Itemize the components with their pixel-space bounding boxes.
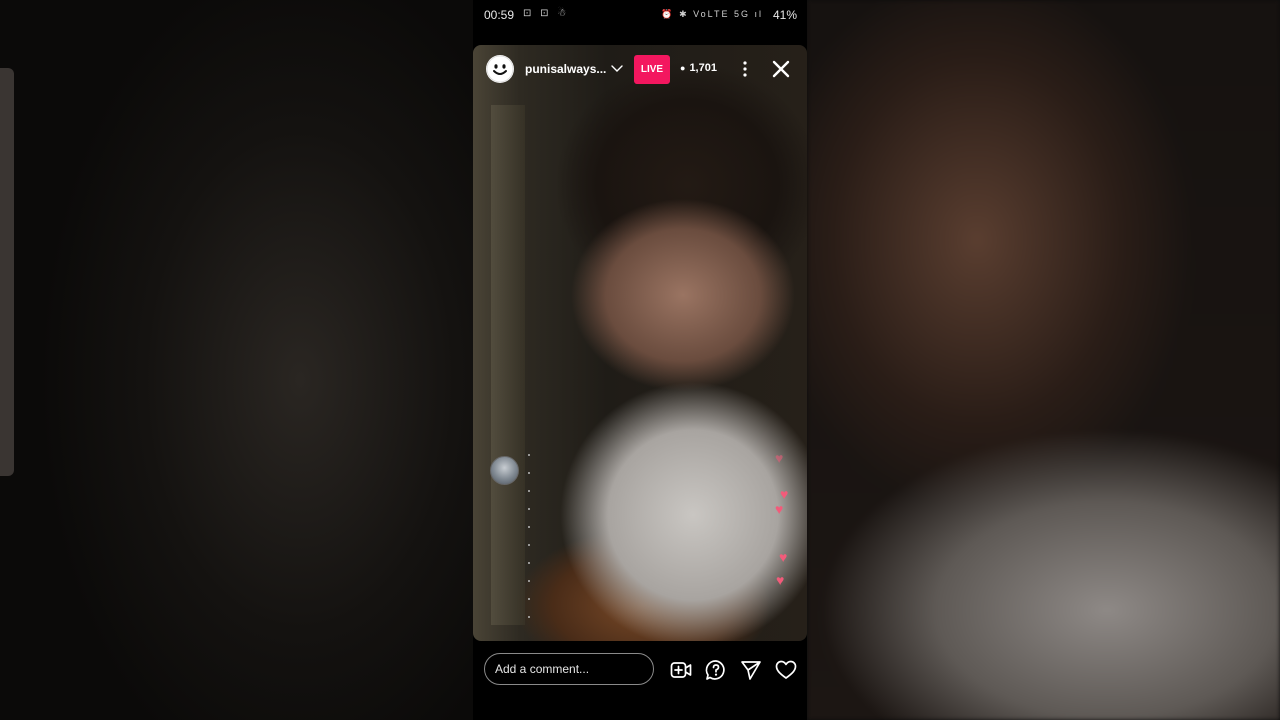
live-header: punisalways... LIVE ● 1,701 xyxy=(473,45,807,95)
send-icon[interactable] xyxy=(740,659,762,681)
video-add-icon[interactable] xyxy=(670,659,692,681)
status-bar: 00:59 ⊡ ⊡ ☃ ⏰ ✱ VoLTE 5G ıl 41% xyxy=(473,0,807,30)
chevron-down-icon[interactable] xyxy=(610,61,624,75)
viewer-count-value: 1,701 xyxy=(689,62,717,74)
video-background-wall xyxy=(491,105,525,625)
phone-screen: 00:59 ⊡ ⊡ ☃ ⏰ ✱ VoLTE 5G ıl 41% punisalw… xyxy=(473,0,807,720)
commenter-avatar[interactable] xyxy=(490,456,519,485)
live-video[interactable] xyxy=(473,45,807,641)
close-icon[interactable] xyxy=(771,59,791,79)
question-bubble-icon[interactable] xyxy=(705,659,727,681)
comment-scroll-dots xyxy=(527,452,531,622)
floating-heart: ♥ xyxy=(780,486,789,502)
eye-icon: ● xyxy=(680,63,686,73)
floating-heart: ♥ xyxy=(779,549,788,565)
notification-icons: ⊡ ⊡ ☃ xyxy=(523,8,570,19)
floating-heart: ♥ xyxy=(775,450,784,466)
system-icons: ⏰ ✱ VoLTE 5G ıl xyxy=(661,9,763,19)
blurred-background-right xyxy=(807,0,1280,720)
heart-icon[interactable] xyxy=(775,659,797,681)
floating-heart: ♥ xyxy=(776,572,785,588)
comment-bar xyxy=(473,650,807,690)
username[interactable]: punisalways... xyxy=(525,62,606,76)
viewer-count[interactable]: ● 1,701 xyxy=(680,62,717,74)
more-vertical-icon[interactable] xyxy=(737,59,753,79)
blurred-background-left xyxy=(0,0,473,720)
status-time: 00:59 xyxy=(484,8,515,22)
comment-input[interactable] xyxy=(484,653,654,685)
smiley-avatar-icon[interactable] xyxy=(486,55,514,83)
battery-level: 41% xyxy=(772,8,797,22)
background-edge xyxy=(0,68,14,476)
live-badge: LIVE xyxy=(634,55,670,84)
floating-heart: ♥ xyxy=(775,501,784,517)
screen: 00:59 ⊡ ⊡ ☃ ⏰ ✱ VoLTE 5G ıl 41% punisalw… xyxy=(0,0,1280,720)
